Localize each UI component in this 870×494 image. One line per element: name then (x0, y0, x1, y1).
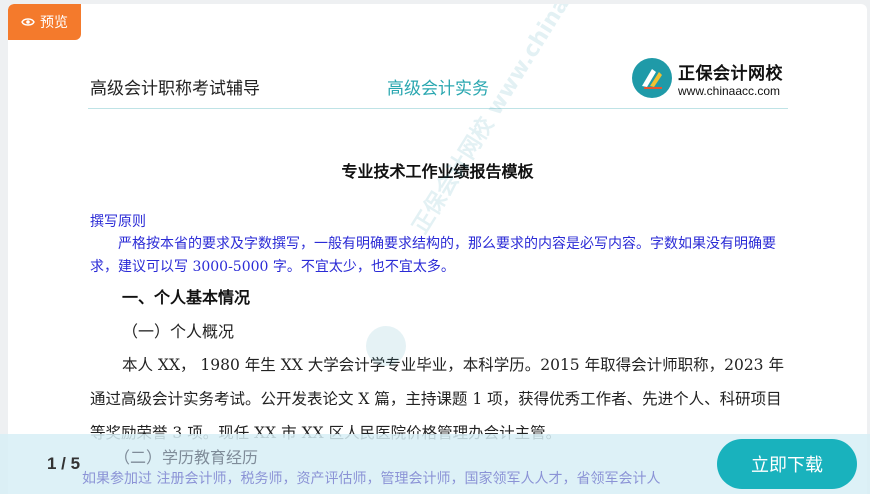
download-button[interactable]: 立即下载 (717, 439, 857, 489)
subsection-heading-overview: （一）个人概况 (122, 322, 235, 341)
preview-tag: 预览 (8, 4, 81, 40)
watermark: 正保会计网校 www.chinaacc.com (408, 4, 628, 239)
document-page: 预览 高级会计职称考试辅导 高级会计实务 正保会计网校 www.chinaacc… (8, 4, 867, 494)
preview-label: 预览 (40, 15, 68, 31)
partial-text-line: 如果参加过 注册会计师，税务师，资产评估师，管理会计师，国家领军人人才，省领军会… (82, 471, 661, 487)
eye-icon (21, 17, 35, 27)
header-divider (88, 108, 788, 109)
logo-url: www.chinaacc.com (678, 83, 781, 98)
subsection-heading-education: （二）学历教育经历 (114, 448, 259, 467)
header-left-title: 高级会计职称考试辅导 (90, 79, 260, 99)
watermark-logo-icon (366, 326, 406, 366)
section-heading-basic-info: 一、个人基本情况 (122, 288, 251, 307)
page-indicator: 1 / 5 (47, 454, 81, 473)
principle-text: 严格按本省的要求及字数撰写，一般有明确要求结构的，那么要求的内容是必写内容。字数… (90, 233, 790, 279)
logo-pen-icon (632, 58, 672, 98)
logo-name: 正保会计网校 (678, 63, 783, 84)
principle-text-content: 严格按本省的要求及字数撰写，一般有明确要求结构的，那么要求的内容是必写内容。字数… (90, 236, 776, 275)
principle-heading: 撰写原则 (90, 214, 146, 230)
brand-logo: 正保会计网校 www.chinaacc.com (632, 58, 783, 98)
header-center-title: 高级会计实务 (387, 79, 489, 99)
